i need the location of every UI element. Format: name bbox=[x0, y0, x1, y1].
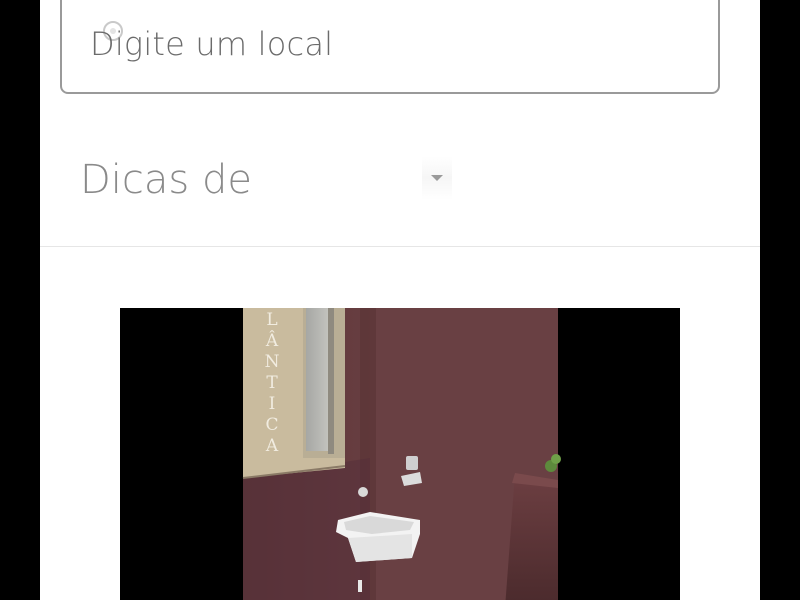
location-input-placeholder[interactable]: Digite um local bbox=[90, 24, 333, 64]
chevron-down-icon[interactable] bbox=[422, 156, 452, 200]
bathroom-photo-image bbox=[242, 308, 561, 600]
wall-letter: T bbox=[266, 373, 278, 393]
tips-dropdown-label: Dicas de bbox=[80, 157, 252, 203]
wall-letter: I bbox=[268, 394, 276, 414]
wall-letter: Â bbox=[265, 331, 279, 351]
wall-letter: L bbox=[266, 310, 278, 330]
tips-dropdown[interactable]: Dicas de bbox=[40, 130, 760, 230]
listing-photo[interactable]: L Â N T I C A bbox=[120, 308, 680, 600]
wall-letter: C bbox=[265, 415, 279, 435]
screen: Digite um local Dicas de L Â N T I C A bbox=[0, 0, 800, 600]
wall-letter: N bbox=[264, 352, 280, 372]
location-search-field[interactable]: Digite um local bbox=[60, 0, 720, 94]
section-divider bbox=[40, 246, 760, 247]
wall-lettering: L Â N T I C A bbox=[262, 310, 282, 457]
wall-letter: A bbox=[265, 436, 279, 456]
listing-panel: Digite um local Dicas de L Â N T I C A bbox=[40, 0, 760, 600]
